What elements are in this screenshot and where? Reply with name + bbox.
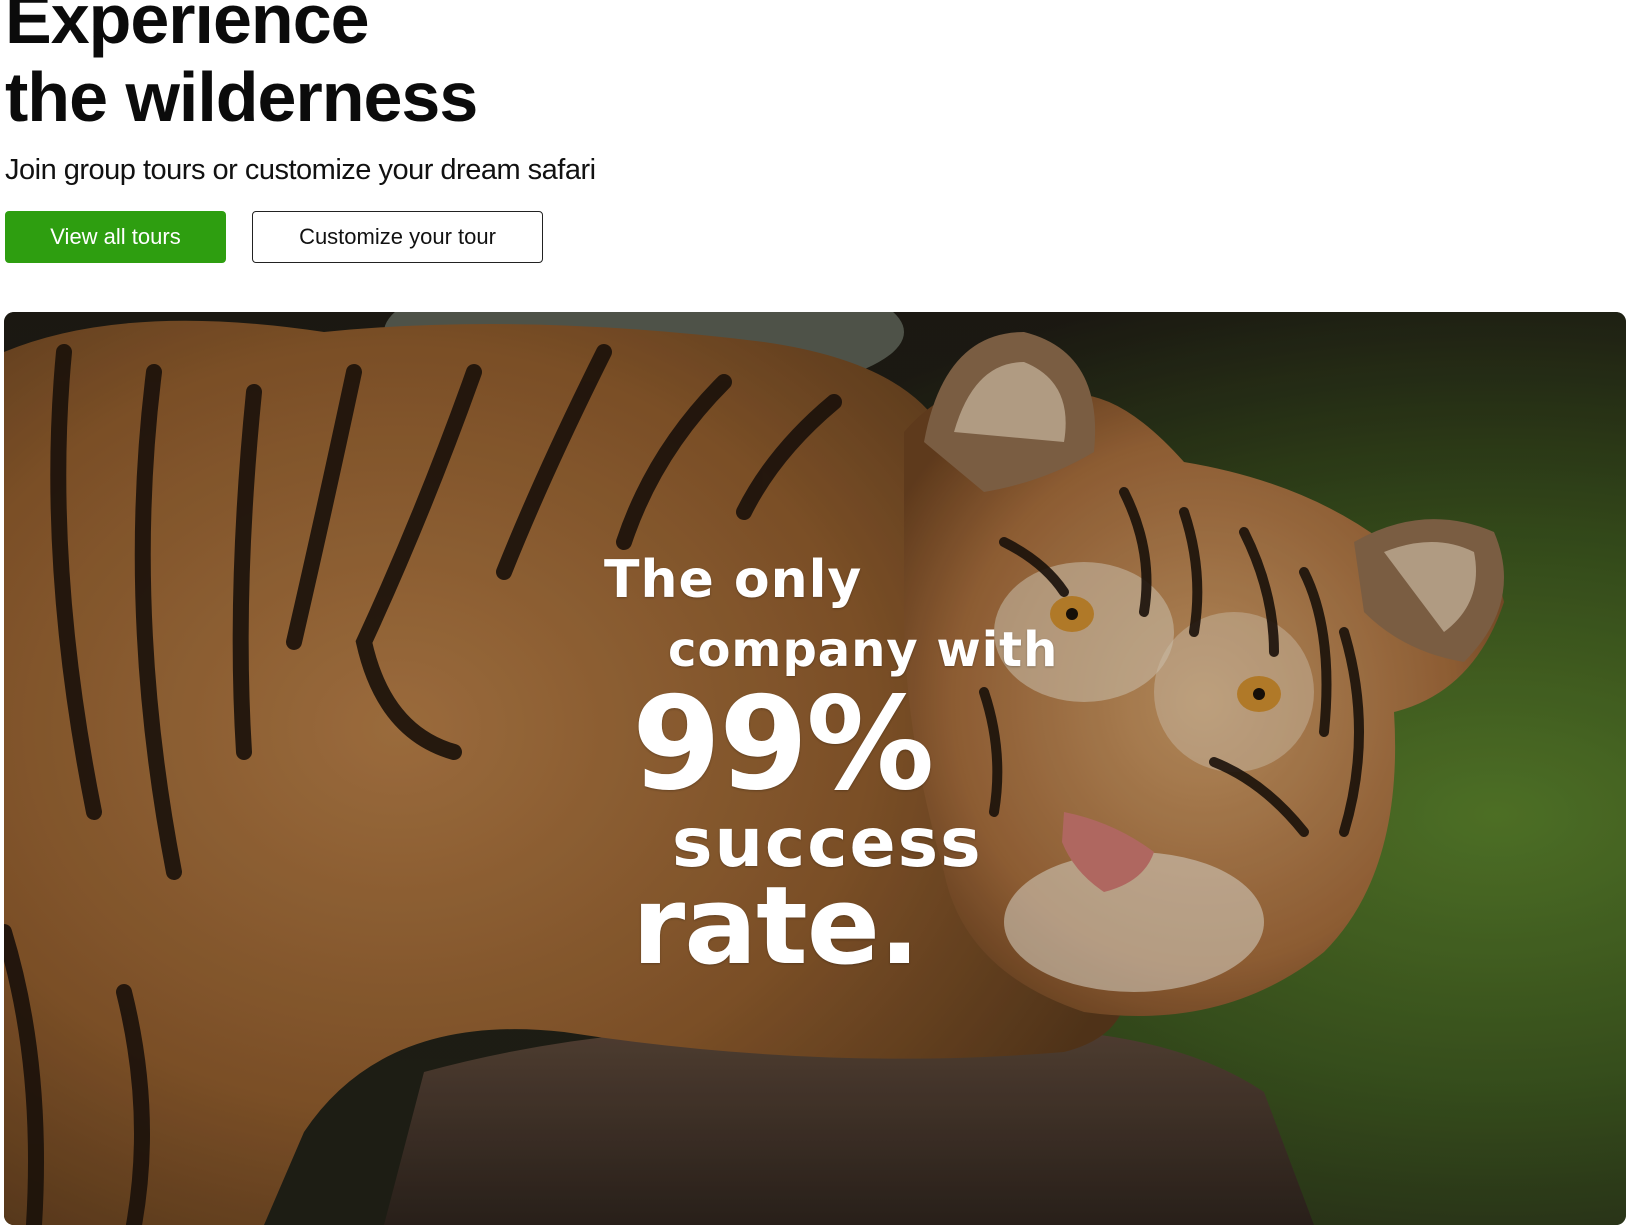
tiger-banner-image: The only company with 99% success rate.: [4, 312, 1626, 1225]
customize-tour-button[interactable]: Customize your tour: [252, 211, 543, 263]
hero-subtitle: Join group tours or customize your dream…: [5, 154, 596, 186]
headline-line-2: the wilderness: [5, 58, 478, 136]
tiger-photo-illustration: [4, 312, 1626, 1225]
view-all-tours-button[interactable]: View all tours: [5, 211, 226, 263]
page-title: Experience the wilderness: [5, 0, 478, 136]
headline-line-1: Experience: [5, 0, 370, 58]
